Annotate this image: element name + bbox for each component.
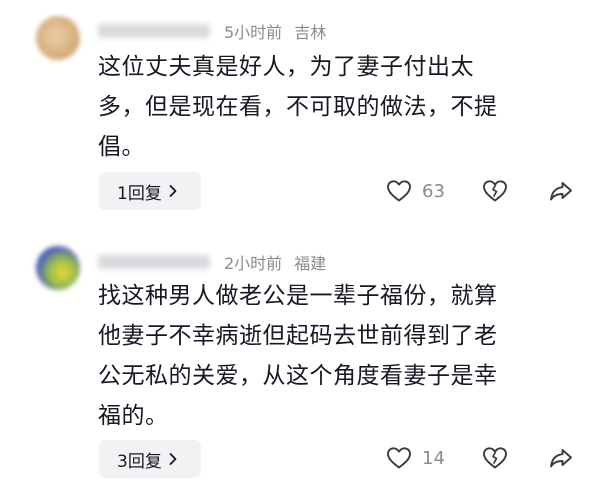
comment-time: 5小时前 xyxy=(224,23,283,42)
username-blurred[interactable] xyxy=(98,24,210,38)
like-count: 63 xyxy=(422,180,445,202)
comment-actions: 63 xyxy=(380,171,580,211)
comment-location: 吉林 xyxy=(294,23,327,42)
comment-text-line: 他妻子不幸病逝但起码去世前得到了老 xyxy=(98,323,498,349)
heart-icon xyxy=(386,446,412,470)
comment-text-line: 倡。 xyxy=(98,134,145,160)
reply-count-label: 3回复 xyxy=(117,451,162,472)
like-button[interactable]: 63 xyxy=(386,171,445,211)
comment-item: 2小时前 福建 找这种男人做老公是一辈子福份，就算 他妻子不幸病逝但起码去世前得… xyxy=(0,238,605,500)
avatar[interactable] xyxy=(36,246,80,290)
chevron-right-icon xyxy=(168,184,178,198)
comment-time: 2小时前 xyxy=(224,254,283,273)
share-button[interactable] xyxy=(548,171,574,211)
dislike-button[interactable] xyxy=(482,171,508,211)
share-button[interactable] xyxy=(548,438,574,478)
comment-text[interactable]: 找这种男人做老公是一辈子福份，就算 他妻子不幸病逝但起码去世前得到了老 公无私的… xyxy=(98,276,578,436)
view-replies-button[interactable]: 1回复 xyxy=(99,172,201,210)
comment-meta: 5小时前 吉林 xyxy=(98,19,326,43)
comment-text[interactable]: 这位丈夫真是好人，为了妻子付出太 多，但是现在看，不可取的做法，不提 倡。 xyxy=(98,47,578,167)
broken-heart-icon xyxy=(482,179,508,203)
comment-text-line: 这位丈夫真是好人，为了妻子付出太 xyxy=(98,54,474,80)
chevron-right-icon xyxy=(168,452,178,466)
comment-actions: 14 xyxy=(380,438,580,478)
comment-text-line: 福的。 xyxy=(98,403,169,429)
like-button[interactable]: 14 xyxy=(386,438,445,478)
share-arrow-icon xyxy=(548,179,574,203)
avatar[interactable] xyxy=(36,16,80,60)
share-arrow-icon xyxy=(548,446,574,470)
broken-heart-icon xyxy=(482,446,508,470)
like-count: 14 xyxy=(422,447,445,469)
comment-text-line: 多，但是现在看，不可取的做法，不提 xyxy=(98,94,498,120)
heart-icon xyxy=(386,179,412,203)
comment-item: 5小时前 吉林 这位丈夫真是好人，为了妻子付出太 多，但是现在看，不可取的做法，… xyxy=(0,0,605,235)
reply-count-label: 1回复 xyxy=(117,183,162,204)
comment-text-line: 公无私的关爱，从这个角度看妻子是幸 xyxy=(98,363,498,389)
dislike-button[interactable] xyxy=(482,438,508,478)
view-replies-button[interactable]: 3回复 xyxy=(99,440,201,478)
username-blurred[interactable] xyxy=(98,255,210,269)
comment-location: 福建 xyxy=(294,254,327,273)
comment-text-line: 找这种男人做老公是一辈子福份，就算 xyxy=(98,283,498,309)
comment-meta: 2小时前 福建 xyxy=(98,250,326,274)
